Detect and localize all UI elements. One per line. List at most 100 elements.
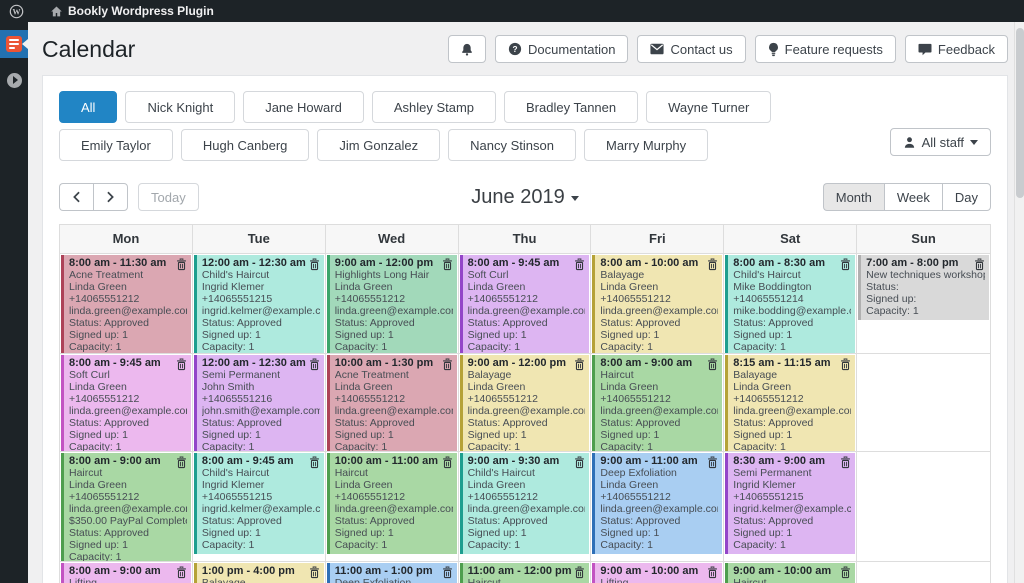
period-title-dropdown[interactable]: June 2019 <box>471 186 578 208</box>
appointment-card[interactable]: 8:00 am - 9:00 amLifting <box>61 563 191 583</box>
delete-appointment-icon[interactable] <box>176 566 187 579</box>
delete-appointment-icon[interactable] <box>574 566 585 579</box>
day-cell-wed[interactable]: 9:00 am - 12:00 pmHighlights Long HairLi… <box>326 254 459 353</box>
sidebar-item-bookly[interactable] <box>0 30 28 58</box>
day-cell-mon[interactable]: 8:00 am - 9:00 amLifting <box>60 562 193 583</box>
appointment-card[interactable]: 7:00 am - 8:00 pmNew techniques workshop… <box>858 255 989 320</box>
delete-appointment-icon[interactable] <box>840 258 851 271</box>
appointment-card[interactable]: 9:00 am - 11:00 amDeep ExfoliationLinda … <box>592 453 722 554</box>
day-cell-sun[interactable]: 7:00 am - 8:00 pmNew techniques workshop… <box>857 254 990 353</box>
view-button-day[interactable]: Day <box>942 183 991 211</box>
day-cell-mon[interactable]: 8:00 am - 9:45 amSoft CurlLinda Green+14… <box>60 354 193 451</box>
view-button-month[interactable]: Month <box>823 183 884 211</box>
staff-tab-emily-taylor[interactable]: Emily Taylor <box>59 129 173 161</box>
delete-appointment-icon[interactable] <box>176 456 187 469</box>
staff-tab-jim-gonzalez[interactable]: Jim Gonzalez <box>317 129 440 161</box>
delete-appointment-icon[interactable] <box>309 456 320 469</box>
delete-appointment-icon[interactable] <box>840 358 851 371</box>
delete-appointment-icon[interactable] <box>707 258 718 271</box>
day-cell-mon[interactable]: 8:00 am - 11:30 amAcne TreatmentLinda Gr… <box>60 254 193 353</box>
delete-appointment-icon[interactable] <box>707 566 718 579</box>
delete-appointment-icon[interactable] <box>574 456 585 469</box>
day-cell-sun[interactable] <box>857 562 990 583</box>
day-cell-tue[interactable]: 12:00 am - 12:30 amSemi PermanentJohn Sm… <box>193 354 326 451</box>
delete-appointment-icon[interactable] <box>840 456 851 469</box>
staff-tab-ashley-stamp[interactable]: Ashley Stamp <box>372 91 496 123</box>
next-month-button[interactable] <box>93 183 128 211</box>
staff-tab-nancy-stinson[interactable]: Nancy Stinson <box>448 129 576 161</box>
day-cell-sat[interactable]: 8:15 am - 11:15 amBalayageLinda Green+14… <box>724 354 857 451</box>
staff-tab-jane-howard[interactable]: Jane Howard <box>243 91 364 123</box>
delete-appointment-icon[interactable] <box>574 258 585 271</box>
staff-tab-bradley-tannen[interactable]: Bradley Tannen <box>504 91 638 123</box>
delete-appointment-icon[interactable] <box>974 258 985 271</box>
appointment-card[interactable]: 8:00 am - 9:00 amHaircutLinda Green+1406… <box>61 453 191 561</box>
appointment-card[interactable]: 10:00 am - 11:00 amHaircutLinda Green+14… <box>327 453 457 554</box>
day-cell-tue[interactable]: 1:00 pm - 4:00 pmBalayage <box>193 562 326 583</box>
delete-appointment-icon[interactable] <box>309 358 320 371</box>
appointment-card[interactable]: 8:00 am - 11:30 amAcne TreatmentLinda Gr… <box>61 255 191 353</box>
prev-month-button[interactable] <box>59 183 93 211</box>
day-cell-tue[interactable]: 12:00 am - 12:30 amChild's HaircutIngrid… <box>193 254 326 353</box>
feature-requests-button[interactable]: Feature requests <box>755 35 896 63</box>
delete-appointment-icon[interactable] <box>309 566 320 579</box>
appointment-card[interactable]: 8:00 am - 8:30 amChild's HaircutMike Bod… <box>725 255 855 353</box>
day-cell-wed[interactable]: 10:00 am - 1:30 pmAcne TreatmentLinda Gr… <box>326 354 459 451</box>
scrollbar[interactable] <box>1014 22 1024 583</box>
staff-tab-hugh-canberg[interactable]: Hugh Canberg <box>181 129 310 161</box>
view-button-week[interactable]: Week <box>884 183 942 211</box>
appointment-card[interactable]: 12:00 am - 12:30 amSemi PermanentJohn Sm… <box>194 355 324 451</box>
appointment-card[interactable]: 8:15 am - 11:15 amBalayageLinda Green+14… <box>725 355 855 451</box>
feedback-button[interactable]: Feedback <box>905 35 1008 63</box>
day-cell-fri[interactable]: 8:00 am - 10:00 amBalayageLinda Green+14… <box>591 254 724 353</box>
day-cell-thu[interactable]: 9:00 am - 12:00 pmBalayageLinda Green+14… <box>459 354 592 451</box>
appointment-card[interactable]: 11:00 am - 1:00 pmDeep Exfoliation <box>327 563 457 583</box>
appointment-card[interactable]: 8:00 am - 9:45 amSoft CurlLinda Green+14… <box>460 255 590 353</box>
day-cell-sat[interactable]: 8:30 am - 9:00 amSemi PermanentIngrid Kl… <box>724 452 857 561</box>
appointment-card[interactable]: 8:00 am - 9:45 amChild's HaircutIngrid K… <box>194 453 324 554</box>
appointment-card[interactable]: 9:00 am - 12:00 pmHighlights Long HairLi… <box>327 255 457 353</box>
day-cell-sat[interactable]: 8:00 am - 8:30 amChild's HaircutMike Bod… <box>724 254 857 353</box>
appointment-card[interactable]: 1:00 pm - 4:00 pmBalayage <box>194 563 324 583</box>
staff-tab-all[interactable]: All <box>59 91 117 123</box>
day-cell-tue[interactable]: 8:00 am - 9:45 amChild's HaircutIngrid K… <box>193 452 326 561</box>
notifications-button[interactable] <box>448 35 486 63</box>
appointment-card[interactable]: 8:00 am - 10:00 amBalayageLinda Green+14… <box>592 255 722 353</box>
day-cell-sun[interactable] <box>857 452 990 561</box>
staff-tab-wayne-turner[interactable]: Wayne Turner <box>646 91 771 123</box>
delete-appointment-icon[interactable] <box>442 358 453 371</box>
appointment-card[interactable]: 12:00 am - 12:30 amChild's HaircutIngrid… <box>194 255 324 353</box>
day-cell-sun[interactable] <box>857 354 990 451</box>
day-cell-wed[interactable]: 11:00 am - 1:00 pmDeep Exfoliation <box>326 562 459 583</box>
delete-appointment-icon[interactable] <box>442 258 453 271</box>
delete-appointment-icon[interactable] <box>442 566 453 579</box>
day-cell-fri[interactable]: 8:00 am - 9:00 amHaircutLinda Green+1406… <box>591 354 724 451</box>
appointment-card[interactable]: 8:00 am - 9:45 amSoft CurlLinda Green+14… <box>61 355 191 451</box>
appointment-card[interactable]: 9:00 am - 10:00 amLifting <box>592 563 722 583</box>
delete-appointment-icon[interactable] <box>176 258 187 271</box>
appointment-card[interactable]: 8:30 am - 9:00 amSemi PermanentIngrid Kl… <box>725 453 855 554</box>
delete-appointment-icon[interactable] <box>707 456 718 469</box>
appointment-card[interactable]: 10:00 am - 1:30 pmAcne TreatmentLinda Gr… <box>327 355 457 451</box>
appointment-card[interactable]: 9:00 am - 12:00 pmBalayageLinda Green+14… <box>460 355 590 451</box>
documentation-button[interactable]: ? Documentation <box>495 35 628 63</box>
all-staff-dropdown[interactable]: All staff <box>890 128 991 156</box>
delete-appointment-icon[interactable] <box>309 258 320 271</box>
collapse-menu-button[interactable] <box>0 66 28 94</box>
day-cell-thu[interactable]: 8:00 am - 9:45 amSoft CurlLinda Green+14… <box>459 254 592 353</box>
contact-us-button[interactable]: Contact us <box>637 35 745 63</box>
day-cell-thu[interactable]: 11:00 am - 12:00 pmHaircut <box>459 562 592 583</box>
day-cell-sat[interactable]: 9:00 am - 10:00 amHaircut <box>724 562 857 583</box>
day-cell-fri[interactable]: 9:00 am - 10:00 amLifting <box>591 562 724 583</box>
staff-tab-nick-knight[interactable]: Nick Knight <box>125 91 235 123</box>
delete-appointment-icon[interactable] <box>574 358 585 371</box>
staff-tab-marry-murphy[interactable]: Marry Murphy <box>584 129 708 161</box>
day-cell-mon[interactable]: 8:00 am - 9:00 amHaircutLinda Green+1406… <box>60 452 193 561</box>
wordpress-logo-icon[interactable]: W <box>0 0 33 22</box>
site-link[interactable]: Bookly Wordpress Plugin <box>41 0 223 22</box>
today-button[interactable]: Today <box>138 183 199 211</box>
appointment-card[interactable]: 8:00 am - 9:00 amHaircutLinda Green+1406… <box>592 355 722 451</box>
delete-appointment-icon[interactable] <box>442 456 453 469</box>
day-cell-thu[interactable]: 9:00 am - 9:30 amChild's HaircutLinda Gr… <box>459 452 592 561</box>
delete-appointment-icon[interactable] <box>176 358 187 371</box>
